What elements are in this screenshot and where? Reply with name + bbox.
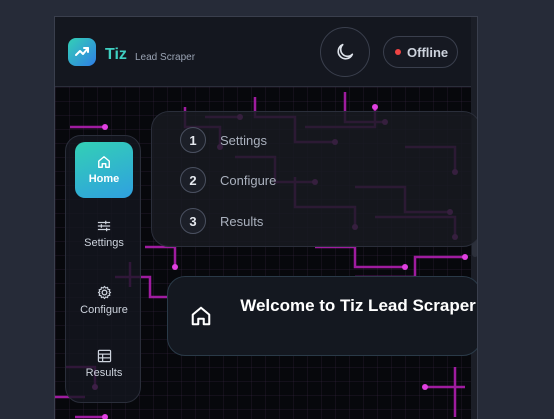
step-label: Configure [220, 172, 277, 188]
moon-icon [337, 43, 354, 60]
step-label: Settings [220, 132, 267, 148]
sidebar: Home Settings Configure Results [65, 135, 141, 403]
sliders-icon [97, 220, 111, 232]
sidebar-item-results[interactable]: Results [66, 334, 142, 394]
app-window: Tiz Lead Scraper Offline Home Settings C… [54, 16, 478, 419]
step-item[interactable]: 1 Settings [180, 126, 267, 154]
step-number: 1 [180, 127, 206, 153]
home-icon [191, 306, 211, 326]
sidebar-item-label: Home [88, 173, 120, 185]
sidebar-item-label: Results [85, 367, 123, 379]
step-label: Results [220, 213, 264, 229]
top-bar: Tiz Lead Scraper Offline [55, 17, 477, 87]
status-badge: Offline [383, 36, 458, 68]
steps-panel: 1 Settings 2 Configure 3 Results [151, 111, 477, 247]
brand-name: Tiz [105, 46, 127, 63]
welcome-title: Welcome to Tiz Lead Scraper [240, 296, 476, 315]
gear-icon [97, 285, 111, 299]
step-item[interactable]: 2 Configure [180, 166, 276, 194]
sidebar-item-configure[interactable]: Configure [66, 270, 142, 330]
sidebar-item-home[interactable]: Home [75, 142, 133, 198]
brand-subtitle: Lead Scraper [135, 52, 196, 63]
status-dot-icon [395, 49, 401, 55]
sidebar-item-label: Configure [80, 303, 128, 316]
status-text: Offline [407, 44, 449, 60]
sidebar-item-settings[interactable]: Settings [66, 204, 142, 264]
welcome-card: Welcome to Tiz Lead Scraper [167, 276, 477, 356]
step-item[interactable]: 3 Results [180, 207, 263, 235]
sidebar-item-label: Settings [84, 237, 124, 249]
home-icon [98, 156, 110, 168]
step-number: 2 [180, 167, 206, 193]
theme-toggle-button[interactable] [320, 27, 370, 77]
table-icon [97, 349, 111, 363]
step-number: 3 [180, 208, 206, 234]
logo-icon [68, 38, 96, 66]
